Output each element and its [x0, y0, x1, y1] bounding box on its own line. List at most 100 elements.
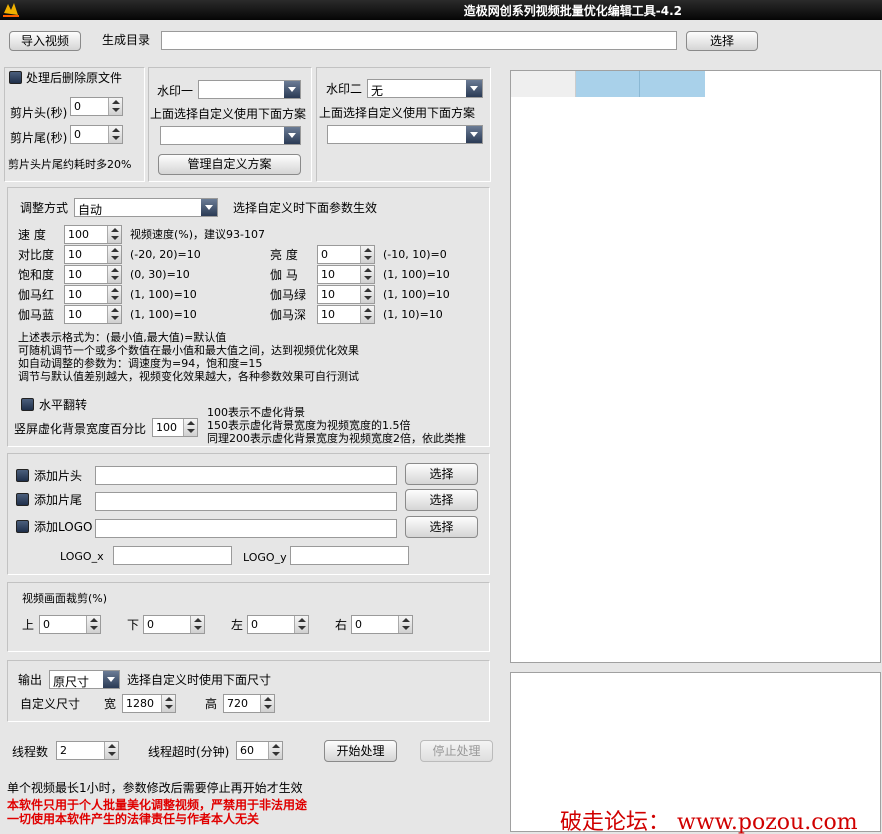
param-label: 伽 马	[270, 268, 298, 282]
param-range: (0, 30)=10	[130, 268, 190, 281]
chevron-down-icon[interactable]	[201, 199, 217, 216]
add-logo-checkbox[interactable]	[16, 520, 29, 533]
intro-path-input[interactable]	[95, 466, 397, 485]
crop-top-spinner[interactable]: 0	[39, 615, 101, 634]
spinner-arrows-icon[interactable]	[108, 126, 122, 143]
param-spinner[interactable]: 100	[64, 225, 122, 244]
param-notes: 上述表示格式为：(最小值,最大值)=默认值 可随机调节一个或多个数值在最小值和最…	[18, 331, 359, 383]
param-spinner[interactable]: 10	[64, 305, 122, 324]
crop-right-spinner[interactable]: 0	[351, 615, 413, 634]
watermark2-scheme-select[interactable]	[327, 125, 483, 144]
param-spinner[interactable]: 10	[64, 245, 122, 264]
title-bar: 造极网创系列视频批量优化编辑工具-4.2	[0, 0, 882, 20]
logo-y-label: LOGO_y	[243, 551, 287, 564]
watermark1-scheme-select[interactable]	[160, 126, 301, 145]
logo-y-input[interactable]	[290, 546, 409, 565]
param-spinner[interactable]: 10	[317, 265, 375, 284]
output-dir-input[interactable]	[161, 31, 677, 50]
param-spinner[interactable]: 10	[64, 265, 122, 284]
stop-button[interactable]: 停止处理	[420, 740, 493, 762]
spinner-arrows-icon[interactable]	[104, 742, 118, 759]
spinner-arrows-icon[interactable]	[260, 695, 274, 712]
spinner-arrows-icon[interactable]	[183, 419, 197, 436]
param-range: (1, 100)=10	[383, 268, 450, 281]
adjust-mode-label: 调整方式	[20, 201, 69, 215]
note-line: 100表示不虚化背景	[207, 406, 305, 419]
spinner-arrows-icon[interactable]	[107, 286, 121, 303]
choose-intro-button[interactable]: 选择	[405, 463, 478, 485]
window-title: 造极网创系列视频批量优化编辑工具-4.2	[463, 4, 682, 18]
crop-bottom-spinner[interactable]: 0	[143, 615, 205, 634]
note-line: 调节与默认值差别越大，视频变化效果越大，各种参数效果可自行测试	[18, 370, 359, 383]
watermark1-select[interactable]	[198, 80, 301, 99]
timeout-spinner[interactable]: 60	[236, 741, 283, 760]
note-line: 上述表示格式为：(最小值,最大值)=默认值	[18, 331, 227, 344]
chevron-down-icon[interactable]	[284, 127, 300, 144]
outro-path-input[interactable]	[95, 492, 397, 511]
choose-logo-button[interactable]: 选择	[405, 516, 478, 538]
add-outro-checkbox[interactable]	[16, 493, 29, 506]
logo-path-input[interactable]	[95, 519, 397, 538]
watermark2-select[interactable]: 无	[367, 79, 483, 98]
hflip-checkbox[interactable]	[21, 398, 34, 411]
logo-x-input[interactable]	[113, 546, 232, 565]
spinner-arrows-icon[interactable]	[398, 616, 412, 633]
delete-original-label: 处理后删除原文件	[26, 71, 123, 85]
blur-notes: 100表示不虚化背景 150表示虚化背景宽度为视频宽度的1.5倍 同理200表示…	[207, 406, 466, 445]
trim-note: 剪片头片尾约耗时多20%	[8, 158, 132, 171]
spinner-arrows-icon[interactable]	[107, 266, 121, 283]
footer-warning-1: 本软件只用于个人批量美化调整视频，严禁用于非法用途	[7, 798, 308, 812]
adjust-mode-select[interactable]: 自动	[74, 198, 218, 217]
spinner-arrows-icon[interactable]	[294, 616, 308, 633]
choose-outro-button[interactable]: 选择	[405, 489, 478, 511]
spinner-arrows-icon[interactable]	[161, 695, 175, 712]
output-size-select[interactable]: 原尺寸	[49, 670, 120, 689]
param-spinner[interactable]: 10	[64, 285, 122, 304]
forum-watermark: 破走论坛： www.pozou.com	[560, 810, 858, 834]
add-intro-label: 添加片头	[34, 469, 83, 483]
height-spinner[interactable]: 720	[223, 694, 275, 713]
app-logo-icon	[3, 3, 19, 17]
spinner-arrows-icon[interactable]	[108, 98, 122, 115]
adjust-mode-hint: 选择自定义时下面参数生效	[233, 201, 378, 215]
spinner-arrows-icon[interactable]	[86, 616, 100, 633]
spinner-arrows-icon[interactable]	[107, 246, 121, 263]
chevron-down-icon[interactable]	[466, 126, 482, 143]
spinner-arrows-icon[interactable]	[360, 246, 374, 263]
trim-tail-label: 剪片尾(秒)	[10, 131, 68, 145]
param-spinner[interactable]: 10	[317, 305, 375, 324]
trim-head-spinner[interactable]: 0	[70, 97, 123, 116]
spinner-arrows-icon[interactable]	[107, 306, 121, 323]
spinner-arrows-icon[interactable]	[268, 742, 282, 759]
delete-original-checkbox[interactable]	[9, 71, 22, 84]
chevron-down-icon[interactable]	[103, 671, 119, 688]
blur-width-spinner[interactable]: 100	[152, 418, 198, 437]
param-label: 饱和度	[18, 268, 55, 282]
threads-spinner[interactable]: 2	[56, 741, 119, 760]
choose-dir-button[interactable]: 选择	[686, 31, 758, 51]
spinner-arrows-icon[interactable]	[107, 226, 121, 243]
width-spinner[interactable]: 1280	[122, 694, 176, 713]
param-spinner[interactable]: 10	[317, 285, 375, 304]
manage-schemes-button[interactable]: 管理自定义方案	[158, 154, 301, 175]
import-video-button[interactable]: 导入视频	[9, 31, 81, 51]
param-range: (-10, 10)=0	[383, 248, 447, 261]
start-button[interactable]: 开始处理	[324, 740, 397, 762]
param-range: (1, 100)=10	[130, 288, 197, 301]
chevron-down-icon[interactable]	[466, 80, 482, 97]
threads-label: 线程数	[12, 745, 49, 759]
spinner-arrows-icon[interactable]	[360, 306, 374, 323]
video-list-panel[interactable]	[510, 70, 881, 663]
trim-head-label: 剪片头(秒)	[10, 106, 68, 120]
param-spinner[interactable]: 0	[317, 245, 375, 264]
param-label: 伽马绿	[270, 288, 307, 302]
spinner-arrows-icon[interactable]	[190, 616, 204, 633]
spinner-arrows-icon[interactable]	[360, 266, 374, 283]
footer-note: 单个视频最长1小时，参数修改后需要停止再开始才生效	[7, 781, 303, 795]
chevron-down-icon[interactable]	[284, 81, 300, 98]
add-intro-checkbox[interactable]	[16, 469, 29, 482]
spinner-arrows-icon[interactable]	[360, 286, 374, 303]
crop-left-spinner[interactable]: 0	[247, 615, 309, 634]
param-label: 伽马红	[18, 288, 55, 302]
trim-tail-spinner[interactable]: 0	[70, 125, 123, 144]
